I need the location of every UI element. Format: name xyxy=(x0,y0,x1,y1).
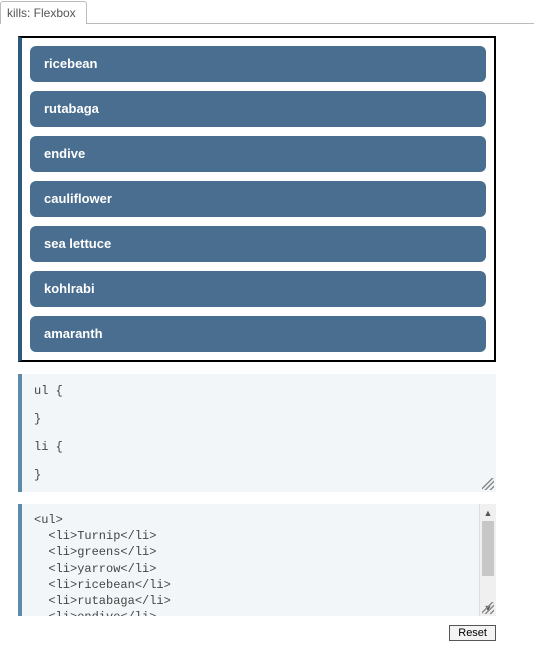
list-item: cauliflower xyxy=(30,181,486,217)
html-editor-content: <ul> <li>Turnip</li> <li>greens</li> <li… xyxy=(22,504,479,616)
list-item: rutabaga xyxy=(30,91,486,127)
page: ricebean rutabaga endive cauliflower sea… xyxy=(0,24,534,653)
list-item: endive xyxy=(30,136,486,172)
pill-label: amaranth xyxy=(44,326,103,341)
pill-label: rutabaga xyxy=(44,101,99,116)
list-item: amaranth xyxy=(30,316,486,352)
list-item: kohlrabi xyxy=(30,271,486,307)
resize-grip-icon[interactable] xyxy=(482,602,494,614)
scroll-thumb[interactable] xyxy=(482,521,494,576)
scroll-track[interactable] xyxy=(480,521,496,599)
tab-bar: kills: Flexbox xyxy=(0,0,534,24)
pill-list: ricebean rutabaga endive cauliflower sea… xyxy=(30,46,486,352)
tab-label: kills: Flexbox xyxy=(7,6,76,20)
pill-label: ricebean xyxy=(44,56,97,71)
reset-button[interactable]: Reset xyxy=(449,625,496,641)
html-editor[interactable]: <ul> <li>Turnip</li> <li>greens</li> <li… xyxy=(18,504,496,616)
scrollbar[interactable]: ▲ ▼ xyxy=(479,504,496,616)
pill-label: cauliflower xyxy=(44,191,112,206)
button-row: Reset xyxy=(18,624,496,641)
pill-label: endive xyxy=(44,146,85,161)
list-item: ricebean xyxy=(30,46,486,82)
content-column: ricebean rutabaga endive cauliflower sea… xyxy=(18,36,496,641)
preview-pane: ricebean rutabaga endive cauliflower sea… xyxy=(18,36,496,362)
pill-label: kohlrabi xyxy=(44,281,95,296)
resize-grip-icon[interactable] xyxy=(482,478,494,490)
scroll-up-icon[interactable]: ▲ xyxy=(480,504,496,521)
pill-label: sea lettuce xyxy=(44,236,111,251)
css-editor[interactable]: ul { } li { } xyxy=(18,374,496,492)
css-editor-content: ul { } li { } xyxy=(34,384,63,482)
reset-button-label: Reset xyxy=(458,627,487,639)
tab-flexbox[interactable]: kills: Flexbox xyxy=(0,1,87,24)
list-item: sea lettuce xyxy=(30,226,486,262)
